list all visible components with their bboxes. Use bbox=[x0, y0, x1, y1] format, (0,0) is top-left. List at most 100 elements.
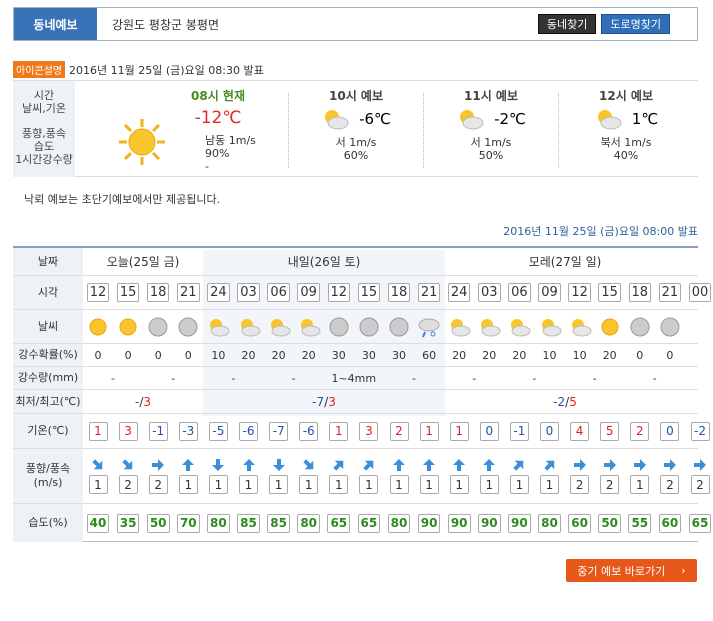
rain-cell: - bbox=[203, 367, 263, 389]
hour-cell: 15 bbox=[595, 276, 625, 309]
rain-value: - bbox=[412, 371, 416, 385]
temp-value: -3 bbox=[178, 421, 198, 441]
humidity-cell: 65 bbox=[324, 504, 354, 542]
weather-cell bbox=[655, 310, 685, 343]
humidity-cell: 60 bbox=[655, 504, 685, 542]
wind-arrow-icon bbox=[513, 460, 524, 471]
forecast-temp: 1℃ bbox=[631, 110, 659, 128]
rain-value: - bbox=[231, 371, 236, 385]
humidity-value: 70 bbox=[176, 513, 200, 533]
humidity-value: 55 bbox=[628, 513, 652, 533]
hour-cell: 15 bbox=[113, 276, 143, 309]
row-temp: 기온(℃) 1 3 -1 -3 -5 -6 -7 -6 1 3 2 1 1 0 -1 0 4 5 2 0 -2 bbox=[13, 414, 710, 449]
row-label: 강수확률(%) bbox=[13, 344, 83, 366]
weather-cell bbox=[143, 310, 173, 343]
hour-label: 09 bbox=[538, 283, 561, 302]
row-label: 최저/최고(℃) bbox=[13, 390, 83, 413]
rain-value: - bbox=[291, 371, 296, 385]
wind-arrow-icon bbox=[212, 459, 225, 471]
row-wind: 풍향/풍속(m/s) 122111111111111122122 bbox=[13, 449, 710, 504]
hour-label: 09 bbox=[297, 283, 320, 302]
weather-cell bbox=[324, 310, 354, 343]
pop-cell: 20 bbox=[595, 344, 625, 366]
hour-label: 00 bbox=[688, 283, 712, 302]
temp-value: 5 bbox=[600, 421, 620, 441]
cloudy-icon bbox=[630, 317, 650, 336]
pop-cell: 20 bbox=[294, 344, 324, 366]
humidity-value: 50 bbox=[146, 513, 170, 533]
partly-cloudy-icon bbox=[597, 110, 622, 130]
rain-value: - bbox=[652, 371, 657, 385]
humidity-value: 90 bbox=[417, 513, 441, 533]
hour-cell: 12 bbox=[83, 276, 113, 309]
humidity-value: 65 bbox=[327, 513, 351, 533]
icon-legend-button[interactable]: 아이콘설명 bbox=[13, 61, 65, 78]
rain-value: - bbox=[171, 371, 176, 385]
temp-value: -2 bbox=[690, 421, 710, 441]
temp-value: -5 bbox=[208, 421, 228, 441]
current-labels: 시간 날씨,기온 풍향,풍속 습도 1시간강수량 bbox=[13, 81, 75, 177]
wind-speed: 1 bbox=[208, 475, 228, 494]
pop-value: 30 bbox=[331, 348, 346, 362]
forecast-humidity: 60% bbox=[343, 149, 369, 162]
wind-speed: 2 bbox=[570, 475, 590, 494]
rain-value: - bbox=[592, 371, 597, 385]
sunny-icon bbox=[601, 318, 619, 335]
wind-speed: 1 bbox=[359, 475, 379, 494]
weather-cell bbox=[83, 310, 113, 343]
row-rain: 강수량(mm) - - - - 1~4mm - - - - - bbox=[13, 367, 698, 390]
current-wind: 남동 1m/s bbox=[205, 134, 256, 147]
humidity-cell: 65 bbox=[354, 504, 384, 542]
mid-forecast-button[interactable]: 중기 예보 바로가기 › bbox=[566, 559, 697, 582]
pop-value: 20 bbox=[482, 348, 497, 362]
weather-cell bbox=[113, 310, 143, 343]
forecast-humidity: 40% bbox=[613, 149, 639, 162]
find-neighborhood-button[interactable]: 동네찾기 bbox=[537, 14, 597, 34]
pop-value: 10 bbox=[211, 348, 226, 362]
hour-cell: 03 bbox=[474, 276, 504, 309]
temp-value: 0 bbox=[660, 421, 680, 441]
find-road-button[interactable]: 도로명찾기 bbox=[601, 14, 670, 34]
wind-arrow-icon bbox=[663, 459, 676, 471]
hour-label: 24 bbox=[447, 283, 471, 302]
hour-label: 03 bbox=[478, 283, 501, 302]
humidity-cell: 50 bbox=[143, 504, 173, 542]
humidity-cell: 40 bbox=[83, 504, 113, 542]
day-today: 오늘(25일 금) bbox=[106, 255, 180, 269]
pop-cell: 20 bbox=[444, 344, 474, 366]
row-weather: 날씨 bbox=[13, 310, 698, 344]
wind-speed: 1 bbox=[178, 475, 198, 494]
day-after: 모레(27일 일) bbox=[528, 255, 602, 269]
temp-value: 2 bbox=[630, 421, 650, 441]
humidity-cell: 70 bbox=[173, 504, 203, 542]
wind-arrow-icon bbox=[483, 459, 496, 471]
label-humidity: 습도 bbox=[33, 140, 55, 153]
humidity-value: 60 bbox=[658, 513, 682, 533]
tab-neighborhood-forecast[interactable]: 동네예보 bbox=[14, 8, 97, 40]
wind-cell: 2 bbox=[143, 449, 173, 503]
partly-cloudy-icon bbox=[541, 318, 561, 336]
mid-forecast-label: 중기 예보 바로가기 bbox=[577, 564, 666, 578]
max-temp: 3 bbox=[328, 394, 336, 409]
forecast-wind: 서 1m/s bbox=[470, 136, 512, 149]
pop-cell: 0 bbox=[173, 344, 203, 366]
humidity-value: 35 bbox=[116, 513, 140, 533]
row-label: 날씨 bbox=[13, 310, 83, 343]
wind-speed: 2 bbox=[600, 475, 620, 494]
humidity-cell: 80 bbox=[294, 504, 324, 542]
pop-value: 20 bbox=[271, 348, 286, 362]
pop-cell: 20 bbox=[234, 344, 264, 366]
pop-value: 10 bbox=[542, 348, 557, 362]
cloudy-icon bbox=[148, 317, 168, 336]
wind-cell: 1 bbox=[444, 449, 474, 503]
weather-cell bbox=[565, 310, 595, 343]
pop-value: 0 bbox=[94, 348, 102, 362]
wind-speed: 1 bbox=[630, 475, 650, 494]
minmax-cell: -7/3 bbox=[203, 390, 445, 413]
wind-cell: 1 bbox=[324, 449, 354, 503]
current-time: 08시 현재 bbox=[191, 89, 245, 103]
current-temp: -12℃ bbox=[194, 108, 242, 128]
temp-cell: -5 bbox=[203, 414, 233, 448]
temp-value: -1 bbox=[148, 421, 168, 441]
weather-cell bbox=[535, 310, 565, 343]
